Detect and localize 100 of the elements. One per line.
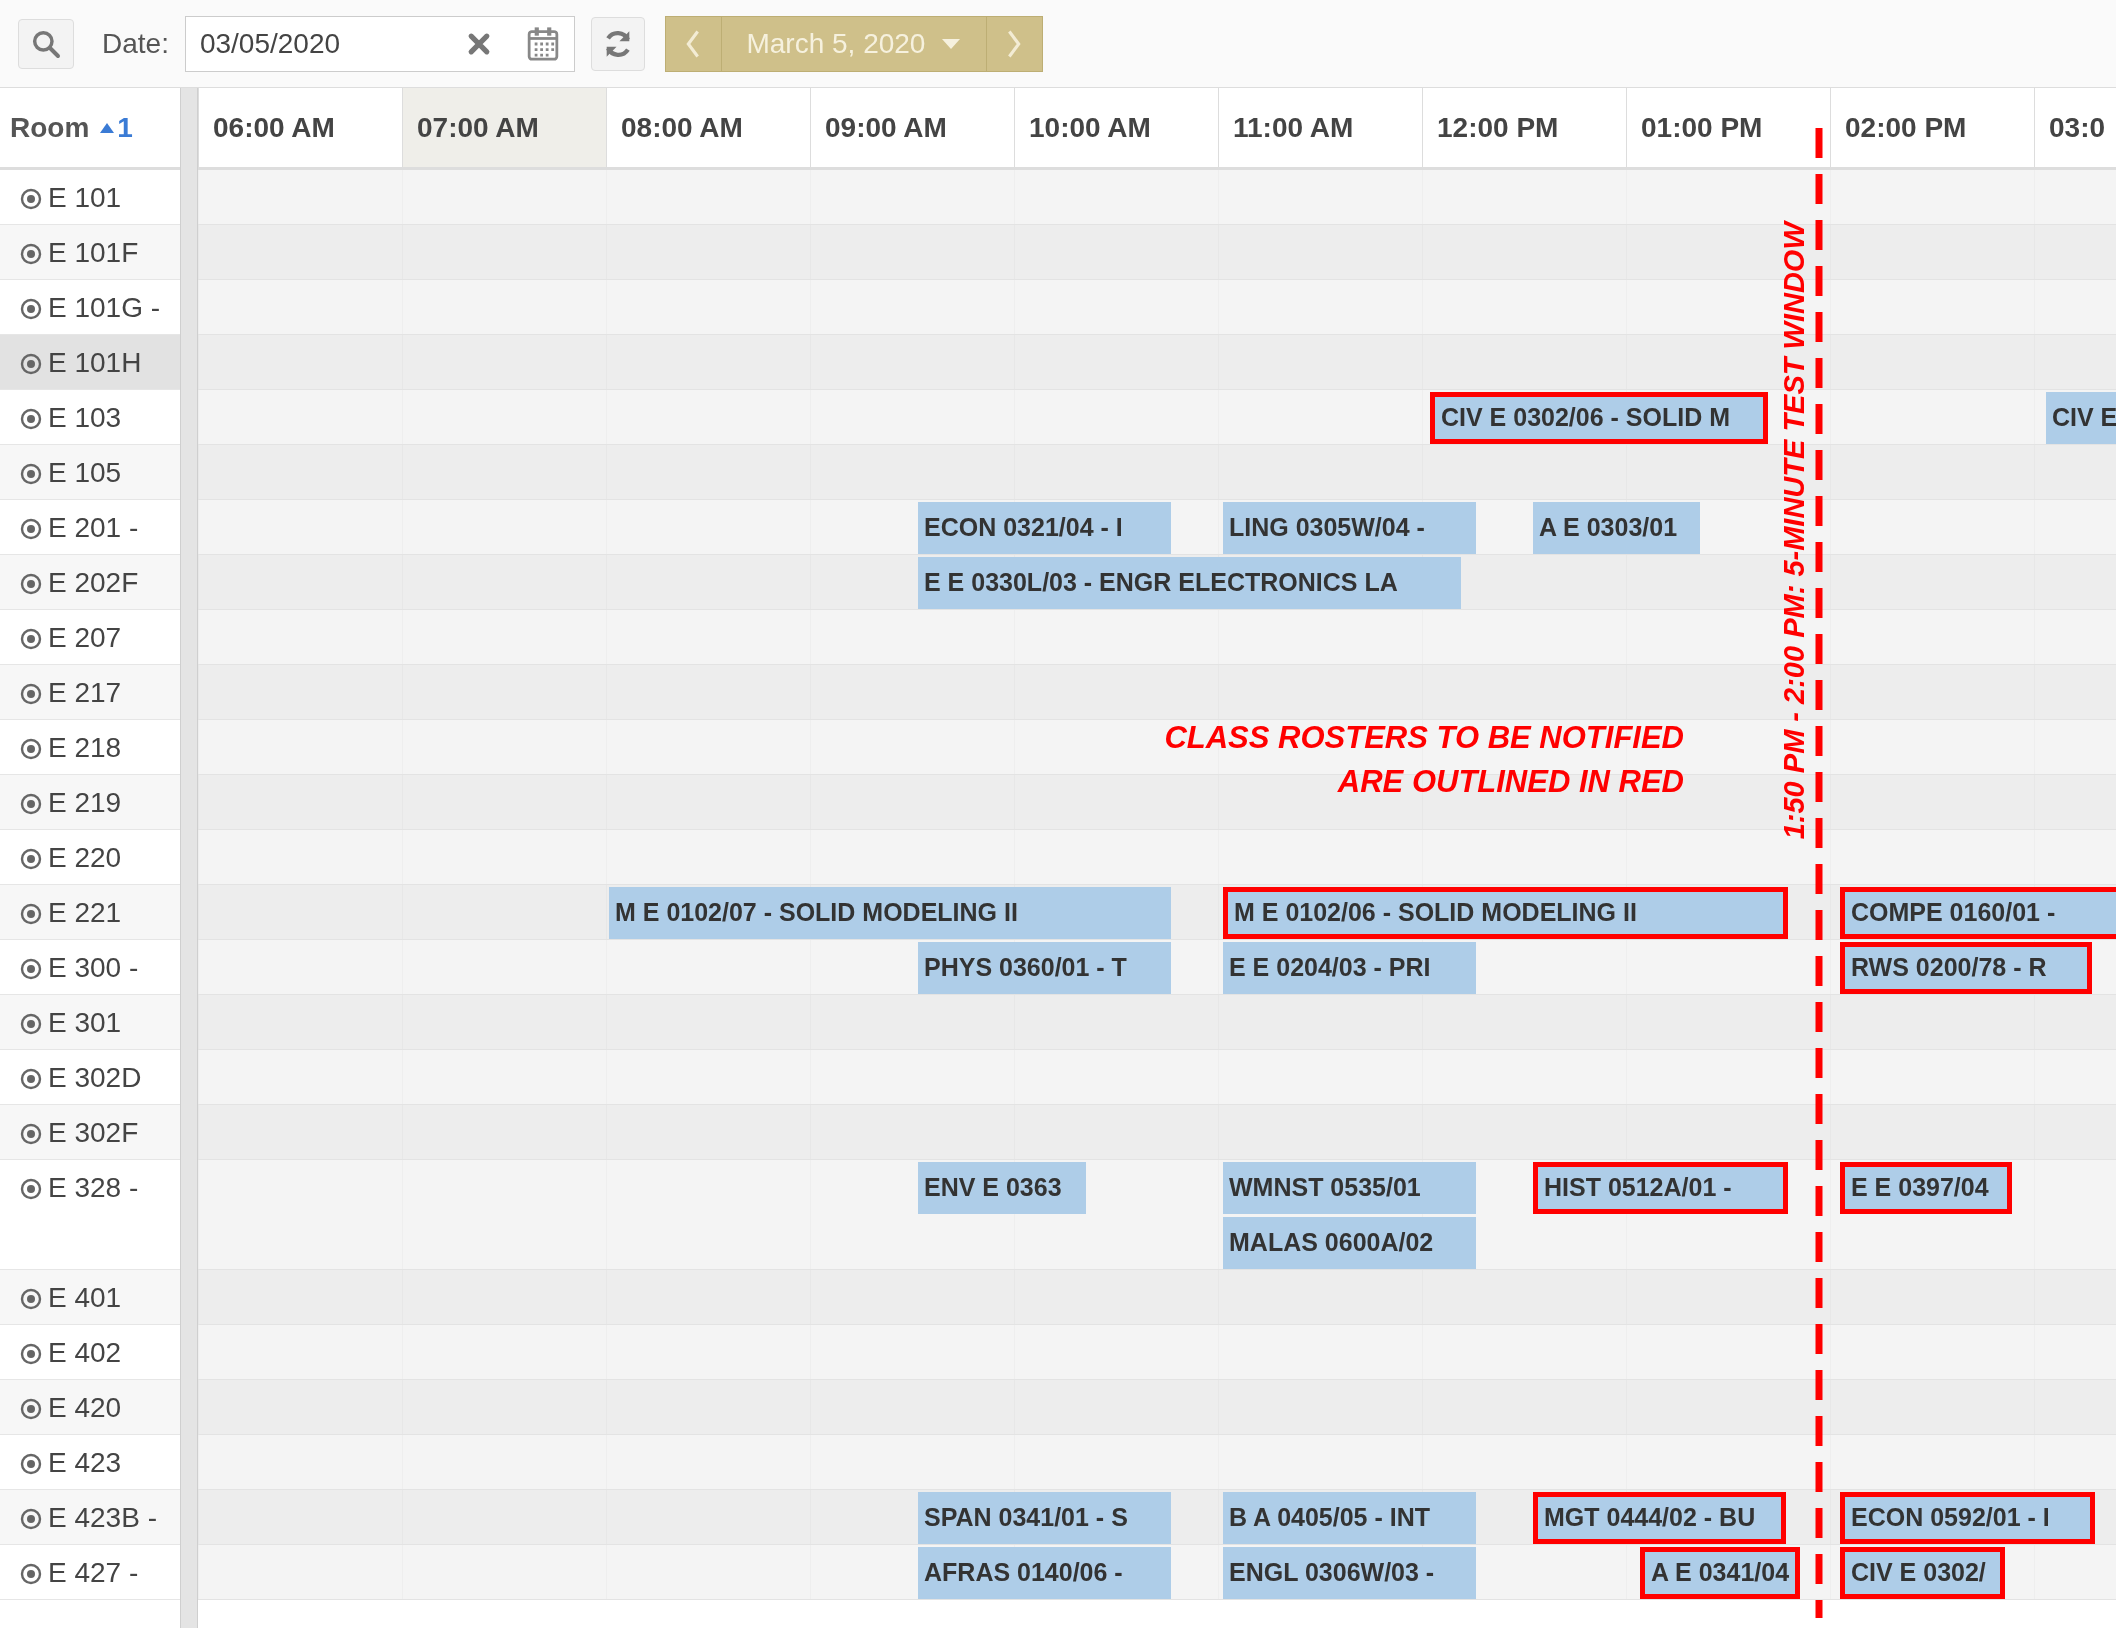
class-event[interactable]: WMNST 0535/01 xyxy=(1223,1162,1476,1214)
room-row-header[interactable]: E 301 xyxy=(0,995,180,1050)
room-row-header[interactable]: E 420 xyxy=(0,1380,180,1435)
target-icon xyxy=(20,353,42,375)
class-event[interactable]: ECON 0321/04 - I xyxy=(918,502,1171,554)
class-event[interactable]: ENV E 0363 xyxy=(918,1162,1086,1214)
class-event[interactable]: A E 0303/01 xyxy=(1533,502,1700,554)
target-icon xyxy=(20,408,42,430)
room-header-label: Room xyxy=(10,110,90,145)
class-event[interactable]: AFRAS 0140/06 - xyxy=(918,1547,1171,1599)
class-event[interactable]: PHYS 0360/01 - T xyxy=(918,942,1171,994)
chevron-left-icon xyxy=(685,29,702,58)
caret-down-icon xyxy=(941,37,962,50)
target-icon xyxy=(20,903,42,925)
sort-ascending-icon xyxy=(99,121,116,134)
class-event[interactable]: HIST 0512A/01 - xyxy=(1533,1162,1788,1214)
room-name: E 423B - xyxy=(48,1501,157,1535)
room-row-header[interactable]: E 101F xyxy=(0,225,180,280)
target-icon xyxy=(20,1453,42,1475)
room-name: E 101F xyxy=(48,236,139,270)
date-field[interactable]: 03/05/2020 xyxy=(184,15,575,72)
class-event[interactable]: E E 0397/04 xyxy=(1840,1162,2012,1214)
hour-column-header: 07:00 AM xyxy=(402,88,606,167)
target-icon xyxy=(20,1508,42,1530)
class-event[interactable]: B A 0405/05 - INT xyxy=(1223,1492,1476,1544)
class-event[interactable]: COMPE 0160/01 - xyxy=(1840,887,2116,939)
target-icon xyxy=(20,958,42,980)
room-name: E 328 - xyxy=(48,1171,139,1205)
room-name: E 219 xyxy=(48,786,122,820)
room-row-header[interactable]: E 221 xyxy=(0,885,180,940)
target-icon xyxy=(20,738,42,760)
room-name: E 427 - xyxy=(48,1556,139,1590)
chevron-right-icon xyxy=(1006,29,1023,58)
target-icon xyxy=(20,1068,42,1090)
room-name: E 302F xyxy=(48,1116,139,1150)
class-event[interactable]: CIV E 0302/ xyxy=(1840,1547,2005,1599)
room-name: E 101 xyxy=(48,181,122,215)
room-name: E 218 xyxy=(48,731,122,765)
target-icon xyxy=(20,1123,42,1145)
target-icon xyxy=(20,1563,42,1585)
class-event[interactable]: CIV E xyxy=(2046,392,2116,444)
class-event[interactable]: RWS 0200/78 - R xyxy=(1840,942,2092,994)
room-row-header[interactable]: E 202F xyxy=(0,555,180,610)
room-name: E 105 xyxy=(48,456,122,490)
room-name: E 420 xyxy=(48,1391,122,1425)
room-name: E 217 xyxy=(48,676,122,710)
class-event[interactable]: MALAS 0600A/02 xyxy=(1223,1217,1476,1269)
class-event[interactable]: SPAN 0341/01 - S xyxy=(918,1492,1171,1544)
room-row-header[interactable]: E 423B - xyxy=(0,1490,180,1545)
class-event[interactable]: E E 0204/03 - PRI xyxy=(1223,942,1476,994)
annotation-text: ARE OUTLINED IN RED xyxy=(1337,763,1684,801)
room-name: E 301 xyxy=(48,1006,122,1040)
room-name: E 302D xyxy=(48,1061,142,1095)
annotation-text: CLASS ROSTERS TO BE NOTIFIED xyxy=(1164,719,1684,757)
room-name: E 202F xyxy=(48,566,139,600)
target-icon xyxy=(20,628,42,650)
target-icon xyxy=(20,243,42,265)
room-row-header[interactable]: E 302F xyxy=(0,1105,180,1160)
room-row-header[interactable]: E 217 xyxy=(0,665,180,720)
class-event[interactable]: LING 0305W/04 - xyxy=(1223,502,1476,554)
date-label: Date: xyxy=(102,26,169,61)
target-icon xyxy=(20,683,42,705)
room-name: E 300 - xyxy=(48,951,139,985)
class-event[interactable]: MGT 0444/02 - BU xyxy=(1533,1492,1786,1544)
target-icon xyxy=(20,1343,42,1365)
target-icon xyxy=(20,848,42,870)
search-button[interactable] xyxy=(18,18,74,69)
sort-order: 1 xyxy=(117,110,133,145)
calendar-icon[interactable] xyxy=(525,25,560,62)
class-event[interactable]: ENGL 0306W/03 - xyxy=(1223,1547,1476,1599)
room-name: E 220 xyxy=(48,841,122,875)
room-name: E 401 xyxy=(48,1281,122,1315)
target-icon xyxy=(20,463,42,485)
test-window-label: 1:50 PM - 2:00 PM: 5-MINUTE TEST WINDOW xyxy=(1777,219,1812,842)
class-event[interactable]: M E 0102/07 - SOLID MODELING II xyxy=(609,887,1171,939)
room-row-header[interactable]: E 219 xyxy=(0,775,180,830)
target-icon xyxy=(20,298,42,320)
room-name: E 103 xyxy=(48,401,122,435)
class-event[interactable]: CIV E 0302/06 - SOLID M xyxy=(1430,392,1768,444)
target-icon xyxy=(20,1288,42,1310)
target-icon xyxy=(20,1013,42,1035)
room-row-header[interactable]: E 401 xyxy=(0,1270,180,1325)
room-name: E 221 xyxy=(48,896,122,930)
room-row-header[interactable]: E 101H xyxy=(0,335,180,390)
room-row-header[interactable]: E 105 xyxy=(0,445,180,500)
room-name: E 101G - xyxy=(48,291,161,325)
class-event[interactable]: A E 0341/04 xyxy=(1640,1547,1800,1599)
target-icon xyxy=(20,188,42,210)
target-icon xyxy=(20,573,42,595)
room-name: E 402 xyxy=(48,1336,122,1370)
room-name: E 201 - xyxy=(48,511,139,545)
room-name: E 207 xyxy=(48,621,122,655)
refresh-button[interactable] xyxy=(590,16,645,71)
target-icon xyxy=(20,1398,42,1420)
room-name: E 423 xyxy=(48,1446,122,1480)
class-event[interactable]: M E 0102/06 - SOLID MODELING II xyxy=(1223,887,1788,939)
class-event[interactable]: ECON 0592/01 - I xyxy=(1840,1492,2095,1544)
target-icon xyxy=(20,1178,42,1200)
class-event[interactable]: E E 0330L/03 - ENGR ELECTRONICS LA xyxy=(918,557,1461,609)
room-name: E 101H xyxy=(48,346,142,380)
